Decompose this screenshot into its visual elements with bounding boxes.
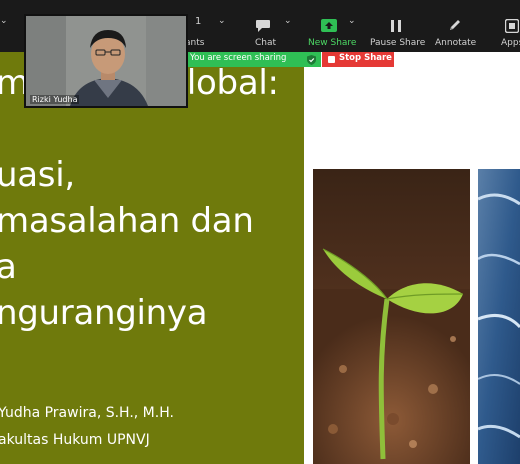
apps-button[interactable]: Apps <box>496 0 520 52</box>
chevron-down-icon[interactable]: ⌄ <box>348 16 356 26</box>
pause-share-button[interactable]: Pause Share <box>367 0 427 52</box>
slide-affiliation: akultas Hukum UPNVJ <box>0 432 150 448</box>
participants-count: 1 <box>195 16 202 27</box>
slide-title-line: a <box>0 247 17 287</box>
chat-bubble-icon <box>256 20 270 32</box>
slide-title-line: nguranginya <box>0 293 208 333</box>
participant-name: Rizki Yudha <box>30 95 80 104</box>
pause-share-label: Pause Share <box>370 38 426 48</box>
share-screen-icon <box>321 19 337 32</box>
screen-sharing-banner[interactable]: You are screen sharing <box>187 52 321 67</box>
chevron-down-icon[interactable]: ⌄ <box>284 16 292 26</box>
slide-author: Yudha Prawira, S.H., M.H. <box>0 405 174 421</box>
apps-icon <box>505 19 519 33</box>
stop-share-button[interactable]: Stop Share <box>322 52 394 67</box>
stop-icon <box>328 56 335 63</box>
sprout-photo <box>313 169 470 464</box>
chevron-down-icon[interactable]: ⌄ <box>218 16 226 26</box>
slide-title-line <box>0 106 279 152</box>
participant-video-feed <box>26 16 186 106</box>
slide-title-line: uasi, <box>0 155 75 195</box>
new-share-label: New Share <box>308 38 357 48</box>
slide-title-line: masalahan dan <box>0 201 254 241</box>
participant-video-tile[interactable]: Rizki Yudha <box>24 14 188 108</box>
new-share-button[interactable]: ⌄ New Share <box>305 0 360 52</box>
pause-icon <box>391 20 401 32</box>
apps-label: Apps <box>501 38 520 48</box>
screen-sharing-status: You are screen sharing <box>190 53 287 63</box>
stop-share-label: Stop Share <box>339 53 392 63</box>
water-photo <box>478 169 520 464</box>
shield-icon <box>307 55 316 65</box>
chat-label: Chat <box>255 38 277 48</box>
chevron-down-icon[interactable]: ⌄ <box>0 16 8 26</box>
annotate-button[interactable]: Annotate <box>432 0 480 52</box>
pencil-icon <box>450 20 460 30</box>
annotate-label: Annotate <box>435 38 477 48</box>
chat-button[interactable]: ⌄ Chat <box>248 0 300 52</box>
